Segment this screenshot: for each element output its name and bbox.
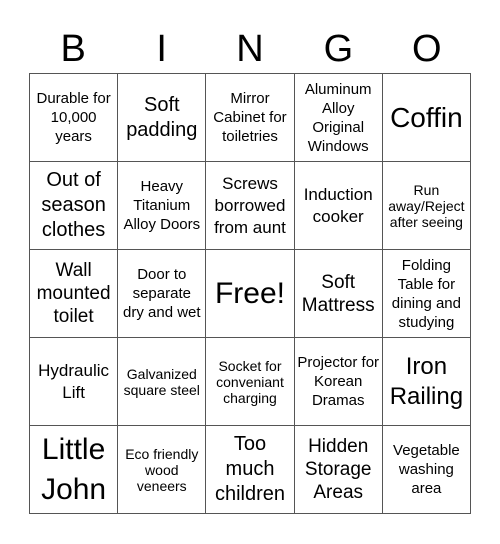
bingo-cell[interactable]: Soft Mattress <box>294 250 383 338</box>
bingo-header: B I N G O <box>29 26 471 73</box>
cell-text: Induction cooker <box>303 184 373 226</box>
cell-text: Screws borrowed from aunt <box>214 173 286 237</box>
cell-text: Soft padding <box>126 93 198 141</box>
cell-text: Aluminum Alloy Original Windows <box>304 80 372 155</box>
bingo-cell[interactable]: Little John <box>30 426 119 514</box>
bingo-cell[interactable]: Wall mounted toilet <box>30 250 119 338</box>
cell-text: Projector for Korean Dramas <box>297 354 380 409</box>
cell-text: Soft Mattress <box>301 271 375 316</box>
cell-text: Iron Railing <box>389 352 464 410</box>
bingo-cell[interactable]: Induction cooker <box>294 162 383 250</box>
bingo-cell[interactable]: Heavy Titanium Alloy Doors <box>118 162 207 250</box>
bingo-cell[interactable]: Door to separate dry and wet <box>118 250 207 338</box>
cell-text: Heavy Titanium Alloy Doors <box>123 178 201 233</box>
bingo-cell[interactable]: Mirror Cabinet for toiletries <box>206 74 295 162</box>
bingo-cell[interactable]: Projector for Korean Dramas <box>294 338 383 426</box>
header-letter-g: G <box>323 28 354 70</box>
cell-text: Socket for conveniant charging <box>216 357 284 406</box>
cell-text: Little John <box>41 432 107 506</box>
bingo-cell[interactable]: Hydraulic Lift <box>30 338 119 426</box>
bingo-board: Durable for 10,000 years Soft padding Mi… <box>29 73 471 514</box>
cell-text: Hydraulic Lift <box>38 360 110 402</box>
cell-text: Mirror Cabinet for toiletries <box>213 90 287 145</box>
bingo-cell[interactable]: Out of season clothes <box>30 162 119 250</box>
bingo-cell[interactable]: Run away/Reject after seeing <box>382 162 471 250</box>
bingo-cell[interactable]: Galvanized square steel <box>118 338 207 426</box>
cell-text: Vegetable washing area <box>393 442 460 497</box>
bingo-cell[interactable]: Eco friendly wood veneers <box>118 426 207 514</box>
bingo-cell[interactable]: Durable for 10,000 years <box>30 74 119 162</box>
header-letter-i: I <box>156 28 167 70</box>
cell-text: Wall mounted toilet <box>36 260 111 327</box>
bingo-cell[interactable]: Socket for conveniant charging <box>206 338 295 426</box>
cell-text: Too much children <box>214 433 286 505</box>
cell-text: Hidden Storage Areas <box>304 436 372 503</box>
bingo-cell[interactable]: Hidden Storage Areas <box>294 426 383 514</box>
cell-text: Folding Table for dining and studying <box>391 256 461 331</box>
cell-text: Run away/Reject after seeing <box>388 181 465 230</box>
header-letter-n: N <box>236 28 264 70</box>
cell-text: Door to separate dry and wet <box>123 266 201 321</box>
cell-text: Free! <box>214 276 285 310</box>
bingo-cell[interactable]: Too much children <box>206 426 295 514</box>
bingo-cell[interactable]: Iron Railing <box>382 338 471 426</box>
bingo-cell[interactable]: Aluminum Alloy Original Windows <box>294 74 383 162</box>
bingo-cell[interactable]: Coffin <box>382 74 471 162</box>
cell-text: Galvanized square steel <box>123 365 200 398</box>
cell-text: Out of season clothes <box>41 169 106 241</box>
bingo-cell[interactable]: Soft padding <box>118 74 207 162</box>
bingo-cell[interactable]: Screws borrowed from aunt <box>206 162 295 250</box>
bingo-cell[interactable]: Vegetable washing area <box>382 426 471 514</box>
cell-text: Coffin <box>390 101 463 133</box>
header-letter-b: B <box>60 28 86 70</box>
free-cell[interactable]: Free! <box>206 250 295 338</box>
cell-text: Eco friendly wood veneers <box>125 445 199 494</box>
cell-text: Durable for 10,000 years <box>36 90 111 145</box>
header-letter-o: O <box>412 28 442 70</box>
bingo-cell[interactable]: Folding Table for dining and studying <box>382 250 471 338</box>
